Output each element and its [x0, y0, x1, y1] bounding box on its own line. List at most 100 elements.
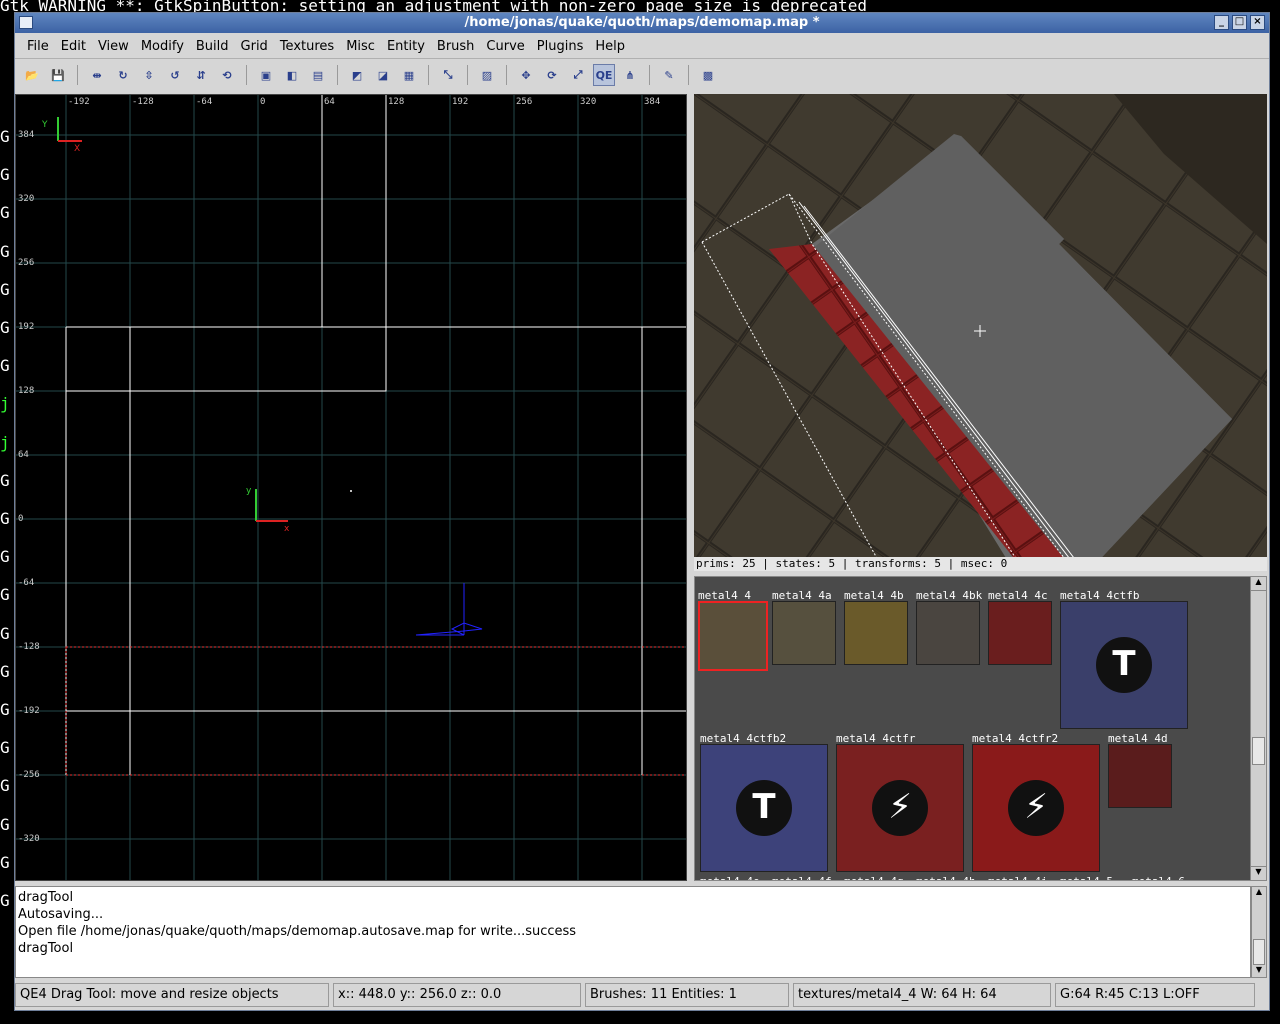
status-tool: QE4 Drag Tool: move and resize objects — [15, 983, 329, 1007]
xy-grid[interactable]: -192 -128 -64 0 64 128 192 256 320 384 384 320 256 19… — [16, 95, 687, 881]
title-bar[interactable]: /home/jonas/quake/quoth/maps/demomap.map… — [15, 13, 1269, 33]
menu-help[interactable]: Help — [589, 34, 631, 59]
flip-z-icon[interactable]: ⇵ — [190, 64, 212, 86]
texture-thumb-metal4_4a[interactable] — [772, 601, 836, 665]
toolbar-separator — [77, 65, 78, 85]
texture-scrollbar[interactable]: ▲ ▼ — [1250, 577, 1266, 880]
status-grid: G:64 R:45 C:13 L:OFF — [1055, 983, 1255, 1007]
texture-thumb-metal4_4c[interactable] — [988, 601, 1052, 665]
menu-build[interactable]: Build — [190, 34, 235, 59]
terminal-glyph: G — [0, 470, 10, 490]
console-output[interactable]: dragTool Autosaving... Open file /home/jon… — [15, 886, 1251, 978]
texture-thumb-metal4_4d[interactable] — [1108, 744, 1172, 808]
rotate-tool-icon[interactable]: ⟳ — [541, 64, 563, 86]
close-button[interactable]: × — [1250, 15, 1265, 30]
patch-tool-icon[interactable]: ✎ — [658, 64, 680, 86]
csg-merge-icon[interactable]: ◪ — [372, 64, 394, 86]
hammer-emblem-icon: T — [1096, 637, 1152, 693]
menu-file[interactable]: File — [21, 34, 55, 59]
vertex-tool-icon[interactable]: ⋔ — [619, 64, 641, 86]
terminal-glyph: G — [0, 241, 10, 261]
menu-modify[interactable]: Modify — [135, 34, 190, 59]
console-line: Autosaving... — [18, 907, 104, 922]
console-scroll-up-icon[interactable]: ▲ — [1252, 887, 1266, 899]
y-tick-label: -192 — [18, 706, 40, 716]
texture-thumb-metal4_4ctfr2[interactable]: ⚡ — [972, 744, 1100, 872]
texture-thumb-metal4_4bk[interactable] — [916, 601, 980, 665]
console-line: dragTool — [18, 890, 74, 905]
y-tick-label: 192 — [18, 322, 34, 332]
console-line: Open file /home/jonas/quake/quoth/maps/d… — [18, 924, 577, 939]
minimize-button[interactable]: _ — [1214, 15, 1229, 30]
x-tick-label: 384 — [644, 97, 660, 107]
translate-tool-icon[interactable]: ✥ — [515, 64, 537, 86]
rotate-x-icon[interactable]: ↻ — [112, 64, 134, 86]
origin-y-label: y — [246, 486, 252, 496]
terminal-glyph: j — [0, 432, 10, 452]
texture-lock-icon[interactable]: ▨ — [476, 64, 498, 86]
scroll-down-icon[interactable]: ▼ — [1251, 866, 1266, 880]
toolbar-separator — [688, 65, 689, 85]
radiant-window: /home/jonas/quake/quoth/maps/demomap.map… — [14, 12, 1270, 1011]
scale-tool-icon[interactable]: ⤢ — [567, 64, 589, 86]
menu-curve[interactable]: Curve — [480, 34, 530, 59]
console-scroll-thumb[interactable] — [1253, 939, 1265, 965]
texture-browser[interactable]: metal4_4 metal4_4a metal4_4b metal4_4bk meta… — [694, 576, 1267, 881]
toolbar-separator — [337, 65, 338, 85]
maximize-button[interactable]: □ — [1232, 15, 1247, 30]
terminal-left-column: GGGGGGGjjGGGGGGGGGGGG — [0, 118, 14, 920]
prefab-icon[interactable]: ▩ — [697, 64, 719, 86]
menu-edit[interactable]: Edit — [55, 34, 92, 59]
console-scrollbar[interactable]: ▲ ▼ — [1251, 886, 1267, 978]
camera-view[interactable]: prims: 25 | states: 5 | transforms: 5 | … — [694, 94, 1267, 571]
texture-scroll-thumb[interactable] — [1252, 737, 1265, 765]
select-touching-icon[interactable]: ◧ — [281, 64, 303, 86]
console-scroll-down-icon[interactable]: ▼ — [1252, 965, 1266, 977]
terminal-glyph: G — [0, 776, 10, 796]
texture-thumb-metal4_4b[interactable] — [844, 601, 908, 665]
menu-textures[interactable]: Textures — [274, 34, 340, 59]
y-tick-label: -256 — [18, 770, 40, 780]
csg-subtract-icon[interactable]: ◩ — [346, 64, 368, 86]
select-inside-icon[interactable]: ▤ — [307, 64, 329, 86]
texture-thumb-metal4_4ctfb[interactable]: T — [1060, 601, 1188, 729]
window-menu-icon[interactable] — [19, 16, 33, 29]
hammer-emblem-icon: T — [736, 780, 792, 836]
flip-x-icon[interactable]: ⇹ — [86, 64, 108, 86]
texture-thumb-metal4_4[interactable] — [698, 601, 768, 671]
change-view-icon[interactable]: ⤡ — [437, 64, 459, 86]
menu-bar: File Edit View Modify Build Grid Textures Misc E… — [15, 34, 1269, 59]
flip-y-icon[interactable]: ⇳ — [138, 64, 160, 86]
y-tick-label: 64 — [18, 450, 29, 460]
texture-label: metal4_4e — [700, 875, 760, 880]
menu-plugins[interactable]: Plugins — [531, 34, 590, 59]
menu-entity[interactable]: Entity — [381, 34, 431, 59]
texture-thumb-metal4_4ctfb2[interactable]: T — [700, 744, 828, 872]
select-complete-icon[interactable]: ▣ — [255, 64, 277, 86]
x-tick-label: 64 — [324, 97, 335, 107]
texture-thumb-metal4_4ctfr[interactable]: ⚡ — [836, 744, 964, 872]
rotate-z-icon[interactable]: ⟲ — [216, 64, 238, 86]
open-icon[interactable]: 📂 — [21, 64, 43, 86]
console-line: dragTool — [18, 941, 74, 956]
terminal-glyph: G — [0, 127, 10, 146]
menu-brush[interactable]: Brush — [431, 34, 481, 59]
scroll-up-icon[interactable]: ▲ — [1251, 577, 1266, 591]
y-tick-label: -320 — [18, 834, 40, 844]
toolbar-separator — [428, 65, 429, 85]
menu-misc[interactable]: Misc — [340, 34, 381, 59]
terminal-glyph: G — [0, 356, 10, 376]
menu-grid[interactable]: Grid — [235, 34, 274, 59]
xy-view[interactable]: -192 -128 -64 0 64 128 192 256 320 384 384 320 256 19… — [15, 94, 687, 881]
toolbar-separator — [467, 65, 468, 85]
make-hollow-icon[interactable]: ▦ — [398, 64, 420, 86]
menu-view[interactable]: View — [92, 34, 135, 59]
x-tick-label: -64 — [196, 97, 212, 107]
toolbar-separator — [246, 65, 247, 85]
status-texture: textures/metal4_4 W: 64 H: 64 — [793, 983, 1051, 1007]
window-title: /home/jonas/quake/quoth/maps/demomap.map… — [464, 15, 820, 30]
save-icon[interactable]: 💾 — [47, 64, 69, 86]
rotate-y-icon[interactable]: ↺ — [164, 64, 186, 86]
y-tick-label: 128 — [18, 386, 34, 396]
qe-drag-tool-button[interactable]: QE — [593, 64, 615, 86]
